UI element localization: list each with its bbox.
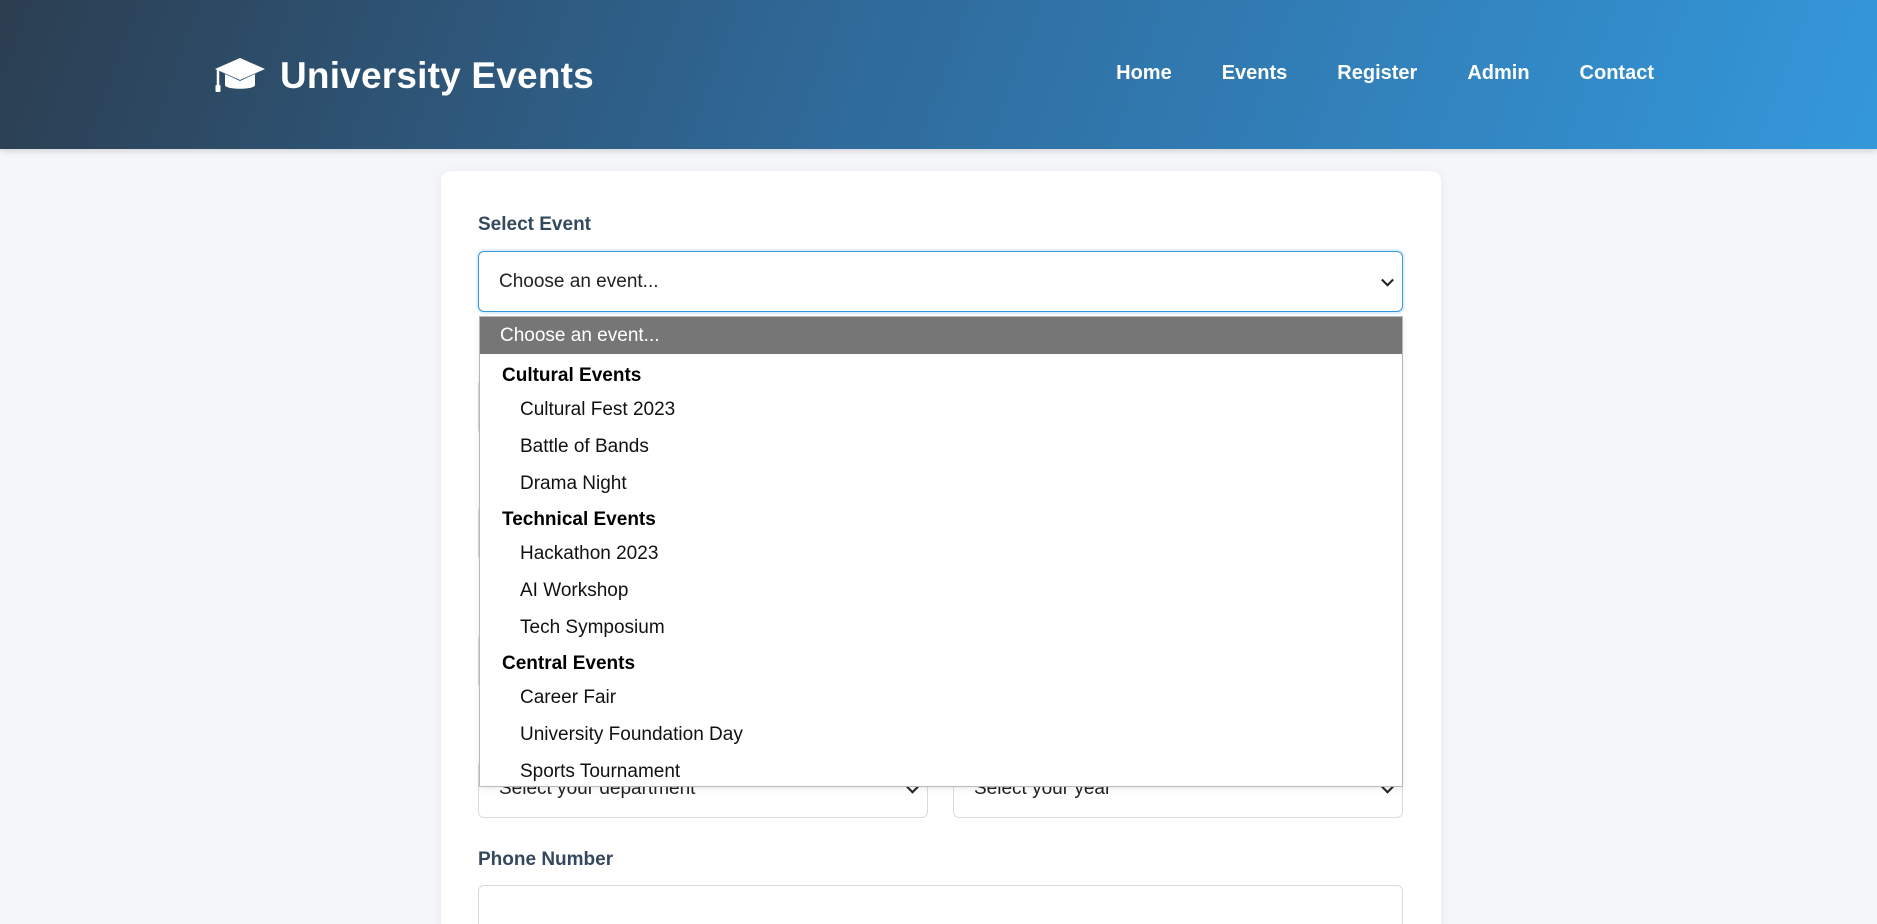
- optgroup-cultural: Cultural Events: [502, 364, 642, 386]
- option-sports-tournament[interactable]: Sports Tournament: [480, 753, 1402, 786]
- chevron-down-icon: [1381, 273, 1394, 287]
- option-tech-symposium[interactable]: Tech Symposium: [480, 609, 1402, 646]
- main-nav: Home Events Register Admin Contact: [1116, 62, 1654, 85]
- option-ai-workshop[interactable]: AI Workshop: [480, 572, 1402, 609]
- option-cultural-fest[interactable]: Cultural Fest 2023: [480, 391, 1402, 428]
- option-battle-of-bands[interactable]: Battle of Bands: [480, 428, 1402, 465]
- select-event-label: Select Event: [478, 214, 591, 235]
- select-event-value: Choose an event...: [499, 270, 659, 292]
- graduation-cap-icon: [215, 58, 265, 92]
- nav-admin[interactable]: Admin: [1467, 62, 1529, 85]
- brand[interactable]: University Events: [214, 52, 594, 100]
- option-drama-night[interactable]: Drama Night: [480, 465, 1402, 502]
- nav-events[interactable]: Events: [1222, 62, 1288, 85]
- nav-contact[interactable]: Contact: [1580, 62, 1654, 85]
- nav-register[interactable]: Register: [1337, 62, 1417, 85]
- phone-label: Phone Number: [478, 849, 614, 870]
- option-hackathon[interactable]: Hackathon 2023: [480, 535, 1402, 572]
- phone-field[interactable]: [478, 885, 1403, 924]
- optgroup-technical: Technical Events: [502, 508, 656, 530]
- event-dropdown-list[interactable]: Choose an event... Cultural Events Cultu…: [479, 316, 1403, 787]
- option-foundation-day[interactable]: University Foundation Day: [480, 716, 1402, 753]
- top-header: University Events Home Events Register A…: [0, 0, 1877, 149]
- select-event-dropdown[interactable]: Choose an event...: [478, 251, 1403, 312]
- brand-title: University Events: [280, 55, 594, 96]
- optgroup-central: Central Events: [502, 652, 636, 674]
- option-career-fair[interactable]: Career Fair: [480, 679, 1402, 716]
- nav-home[interactable]: Home: [1116, 62, 1172, 85]
- option-placeholder[interactable]: Choose an event...: [480, 317, 1402, 354]
